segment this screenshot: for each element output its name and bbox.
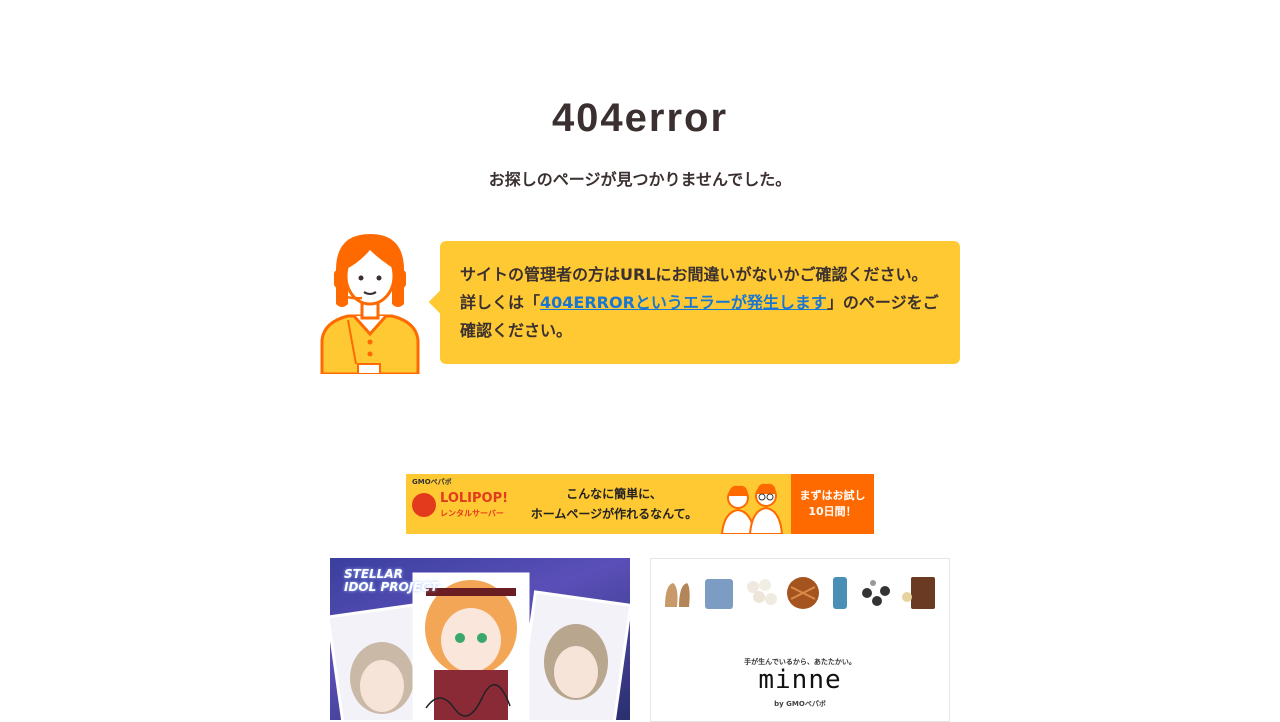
banner-cta[interactable]: まずはお試し 10日間！ xyxy=(791,474,874,534)
stellar-title: STELLAR IDOL PROJECT xyxy=(344,568,438,594)
support-person-illustration xyxy=(320,234,420,374)
stellar-title-line2: IDOL PROJECT xyxy=(344,580,439,594)
banner-people-illustration xyxy=(720,483,784,534)
page-title: 404error xyxy=(551,96,729,140)
banner-cta-line2: 10日間！ xyxy=(808,505,857,518)
gmo-pepabo-label: GMOペパボ xyxy=(412,478,452,486)
banner-copy-line2: ホームページが作れるなんて。 xyxy=(530,507,698,521)
lolipop-logo: LOLIPOP! レンタルサーバー xyxy=(412,491,512,521)
error-info-link[interactable]: 404ERRORというエラーが発生します xyxy=(540,293,827,312)
lolipop-logo-icon xyxy=(412,493,436,517)
message-bubble: サイトの管理者の方はURLにお間違いがないかご確認ください。 詳しくは「404E… xyxy=(440,241,960,364)
page-subtitle: お探しのページが見つかりませんでした。 xyxy=(488,170,792,189)
minne-ad[interactable]: 手が生んでいるから、あたたかい。 minne by GMOペパボ xyxy=(650,558,950,722)
stellar-idol-project-ad[interactable]: STELLAR IDOL PROJECT xyxy=(330,558,630,720)
minne-by-label: by GMOペパボ xyxy=(774,700,826,708)
message-prefix: 詳しくは「 xyxy=(460,293,541,312)
lolipop-brand: LOLIPOP! xyxy=(440,491,509,506)
lolipop-banner-ad[interactable]: GMOペパボ LOLIPOP! レンタルサーバー こんなに簡単に、 ホームページ… xyxy=(406,474,874,534)
handmade-items-row xyxy=(665,577,935,609)
lolipop-brand-sub: レンタルサーバー xyxy=(440,509,504,518)
message-line1: サイトの管理者の方はURLにお間違いがないかご確認ください。 xyxy=(460,265,928,284)
minne-logo: minne xyxy=(758,665,842,695)
banner-copy-line1: こんなに簡単に、 xyxy=(566,487,662,501)
banner-copy: こんなに簡単に、 ホームページが作れるなんて。 xyxy=(514,484,714,524)
banner-cta-line1: まずはお試し xyxy=(799,489,866,502)
